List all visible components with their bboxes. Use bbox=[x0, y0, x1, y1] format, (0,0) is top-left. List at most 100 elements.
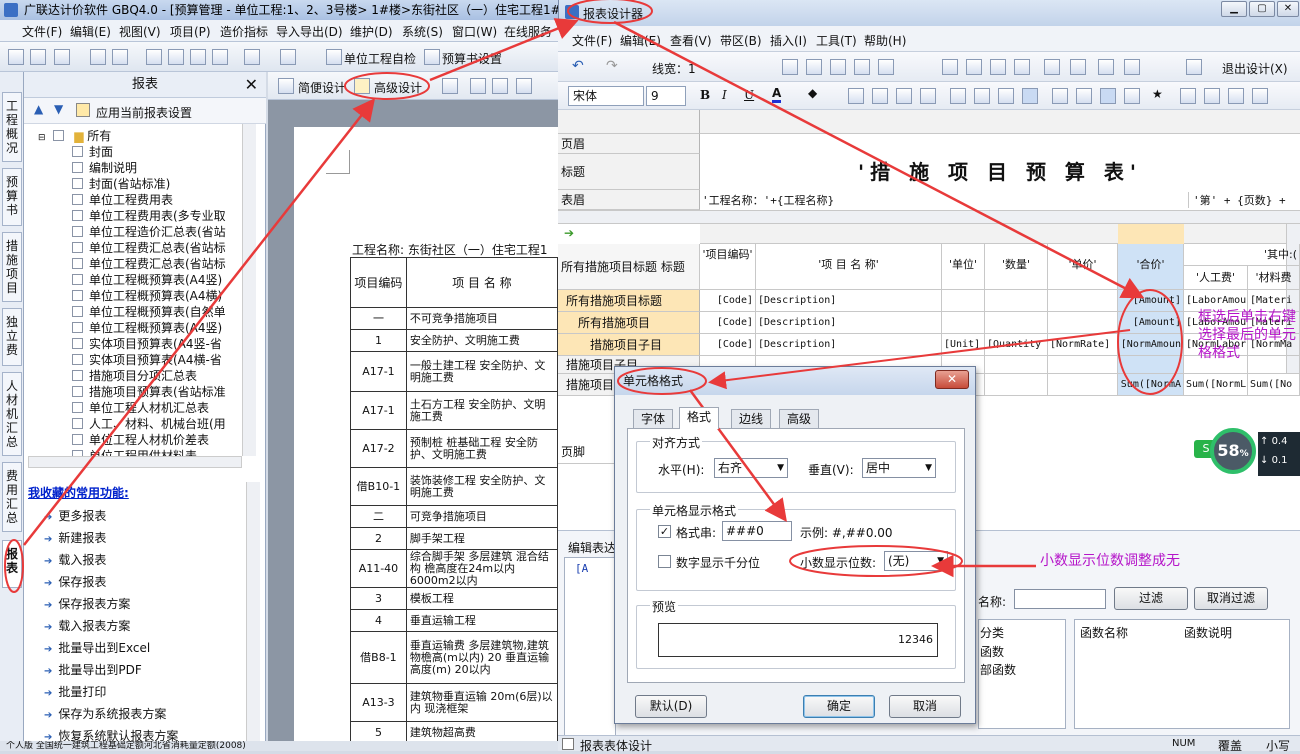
menu-tools[interactable]: 工具(T) bbox=[816, 32, 857, 49]
maximize-button[interactable]: ▢ bbox=[1249, 1, 1275, 17]
arrow-up-icon[interactable]: ▲ bbox=[34, 102, 43, 116]
page-icon[interactable] bbox=[492, 78, 508, 94]
tree-icon[interactable] bbox=[1098, 59, 1114, 75]
favorite-item[interactable]: 更多报表 bbox=[44, 508, 106, 526]
format-string-checkbox[interactable]: ✓ bbox=[658, 525, 671, 538]
image-icon[interactable] bbox=[1228, 88, 1244, 104]
tree-icon[interactable] bbox=[1044, 59, 1060, 75]
cancel-button[interactable]: 取消 bbox=[889, 695, 961, 718]
tree-icon[interactable] bbox=[1070, 59, 1086, 75]
checkbox[interactable] bbox=[72, 290, 83, 301]
tree-item[interactable]: 封面(省站标准) bbox=[72, 176, 170, 192]
default-button[interactable]: 默认(D) bbox=[635, 695, 707, 718]
tab-budget[interactable]: 预算书 bbox=[2, 168, 22, 226]
exit-design-button[interactable]: 退出设计(X) bbox=[1222, 60, 1288, 77]
grid-cell[interactable]: [Code] bbox=[700, 290, 756, 312]
tree-hscrollbar[interactable] bbox=[28, 456, 242, 468]
apply-settings-button[interactable]: 应用当前报表设置 bbox=[96, 104, 192, 121]
font-name-select[interactable]: 宋体 bbox=[568, 86, 644, 106]
page-icon[interactable] bbox=[516, 78, 532, 94]
checkbox[interactable] bbox=[72, 418, 83, 429]
grid-cell[interactable] bbox=[942, 312, 985, 334]
tree-item[interactable]: 措施项目分项汇总表 bbox=[72, 368, 197, 384]
tree-item[interactable]: 措施项目预算表(省站标准 bbox=[72, 384, 226, 400]
checkbox[interactable] bbox=[72, 322, 83, 333]
favorite-item[interactable]: 保存报表 bbox=[44, 574, 106, 592]
bold-icon[interactable]: B bbox=[700, 88, 710, 102]
paste-icon[interactable] bbox=[190, 49, 206, 65]
barcode-icon[interactable] bbox=[1052, 88, 1068, 104]
tree-item[interactable]: 单位工程费汇总表(省站标 bbox=[72, 240, 226, 256]
grid-cell[interactable] bbox=[985, 312, 1048, 334]
tree-item[interactable]: 单位工程费用表 bbox=[72, 192, 173, 208]
filter-icon[interactable] bbox=[1124, 59, 1140, 75]
redo-icon[interactable] bbox=[280, 49, 296, 65]
page-number-cell[interactable]: '第' + {页数} + bbox=[1188, 192, 1300, 208]
tree-item[interactable]: 单位工程概预算表(A4竖) bbox=[72, 272, 222, 288]
tab-independent-fee[interactable]: 独立费 bbox=[2, 308, 22, 366]
tab-font[interactable]: 字体 bbox=[633, 409, 674, 429]
checkbox[interactable] bbox=[72, 306, 83, 317]
barcode-icon[interactable] bbox=[1124, 88, 1140, 104]
menu-view[interactable]: 视图(V) bbox=[119, 23, 161, 40]
star-icon[interactable]: ★ bbox=[1152, 87, 1163, 101]
checkbox[interactable] bbox=[72, 402, 83, 413]
band-row-label[interactable]: 所有措施项目标题 bbox=[558, 290, 700, 312]
tree-item[interactable]: 封面 bbox=[72, 144, 113, 160]
favorite-item[interactable]: 新建报表 bbox=[44, 530, 106, 548]
insert-col-icon[interactable] bbox=[966, 59, 982, 75]
menu-file[interactable]: 文件(F) bbox=[22, 23, 62, 40]
tree-item[interactable]: 人工、材料、机械台班(用 bbox=[72, 416, 226, 432]
menu-band[interactable]: 带区(B) bbox=[720, 32, 762, 49]
align-right-icon[interactable] bbox=[998, 88, 1014, 104]
ok-button[interactable]: 确定 bbox=[803, 695, 875, 718]
grid-cell[interactable] bbox=[985, 356, 1048, 374]
menu-maintain[interactable]: 维护(D) bbox=[350, 23, 393, 40]
grid-cell[interactable]: [NormAmoun bbox=[1118, 334, 1184, 356]
fill-color-icon[interactable]: ◆ bbox=[808, 86, 817, 100]
menu-file[interactable]: 文件(F) bbox=[572, 32, 612, 49]
favorite-item[interactable]: 批量导出到Excel bbox=[44, 640, 150, 658]
menu-import-export[interactable]: 导入导出(D) bbox=[276, 23, 343, 40]
checkbox[interactable] bbox=[72, 226, 83, 237]
favorite-item[interactable]: 保存为系统报表方案 bbox=[44, 706, 166, 724]
table-icon[interactable] bbox=[848, 88, 864, 104]
tab-advanced[interactable]: 高级 bbox=[779, 409, 820, 429]
open-icon[interactable] bbox=[30, 49, 46, 65]
border-icon[interactable] bbox=[830, 59, 846, 75]
format-string-input[interactable]: ###0 bbox=[722, 521, 792, 541]
undo-icon[interactable]: ↶ bbox=[572, 58, 584, 74]
delete-icon[interactable] bbox=[212, 49, 228, 65]
tab-measures[interactable]: 措施项目 bbox=[2, 232, 22, 302]
column-header-cell[interactable]: '合价' bbox=[1118, 244, 1184, 290]
checkbox[interactable] bbox=[72, 194, 83, 205]
tab-labor-material[interactable]: 人材机汇总 bbox=[2, 372, 22, 456]
line-width-label[interactable]: 线宽：1 bbox=[652, 60, 696, 77]
tree-item[interactable]: 单位工程费汇总表(省站标 bbox=[72, 256, 226, 272]
table-icon[interactable] bbox=[896, 88, 912, 104]
tree-item[interactable]: 单位工程概预算表(A4竖) bbox=[72, 320, 222, 336]
sub-column-header[interactable]: '材料费 bbox=[1248, 266, 1300, 290]
folder-icon[interactable] bbox=[112, 49, 128, 65]
grid-cell[interactable] bbox=[1048, 374, 1118, 396]
grid-cell[interactable] bbox=[985, 290, 1048, 312]
grid-cell[interactable]: Sum([NormL bbox=[1184, 374, 1248, 396]
grid-cell[interactable]: [Amount] bbox=[1118, 290, 1184, 312]
menu-project[interactable]: 项目(P) bbox=[170, 23, 211, 40]
menu-system[interactable]: 系统(S) bbox=[402, 23, 443, 40]
grid-cell[interactable]: [Code] bbox=[700, 312, 756, 334]
grid-cell[interactable] bbox=[1048, 356, 1118, 374]
column-header-cell[interactable]: '项目编码' bbox=[700, 244, 756, 290]
checkbox[interactable] bbox=[72, 162, 83, 173]
tree-item[interactable]: 编制说明 bbox=[72, 160, 137, 176]
favorite-item[interactable]: 批量导出到PDF bbox=[44, 662, 141, 680]
menu-cost-index[interactable]: 造价指标 bbox=[220, 23, 268, 40]
eraser-icon[interactable] bbox=[920, 88, 936, 104]
grid-cell[interactable] bbox=[985, 374, 1048, 396]
tree-item[interactable]: 实体项目预算表(A4横-省 bbox=[72, 352, 222, 368]
checkbox[interactable] bbox=[72, 242, 83, 253]
tab-format[interactable]: 格式 bbox=[679, 407, 720, 429]
tree-item[interactable]: 单位工程费用表(多专业取 bbox=[72, 208, 226, 224]
tree-item[interactable]: 单位工程概预算表(A4横) bbox=[72, 288, 222, 304]
table-icon[interactable] bbox=[1252, 88, 1268, 104]
